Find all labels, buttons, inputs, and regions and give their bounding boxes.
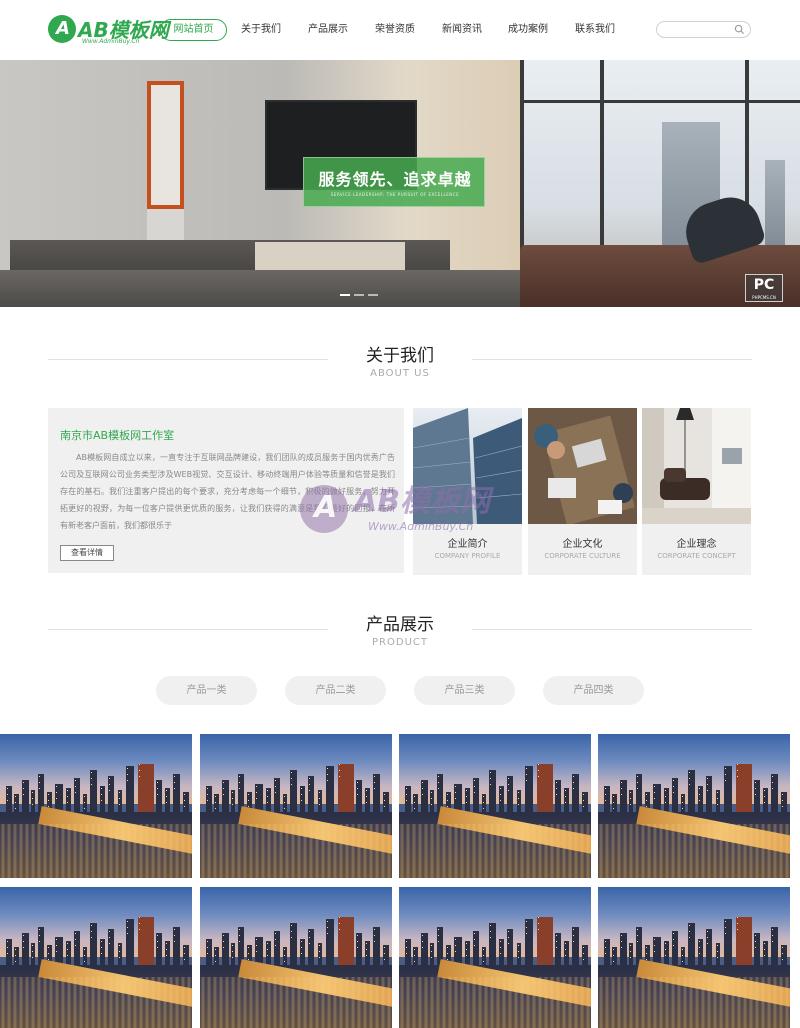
card-company-profile[interactable]: 企业简介 COMPANY PROFILE	[413, 408, 522, 575]
product-reflection	[598, 824, 790, 878]
nav-cases[interactable]: 成功案例	[508, 19, 548, 41]
about-intro-text: AB模板网自成立以来，一直专注于互联网品牌建设，我们团队的成员服务于国内优秀广告…	[60, 453, 395, 530]
card-title: 企业文化	[562, 539, 603, 550]
about-section-subtitle: ABOUT US	[370, 368, 430, 379]
view-details-button[interactable]: 查看详情	[60, 545, 114, 561]
site-header: A AB模板网 Www.AdminBuy.Cn 网站首页 关于我们 产品展示 荣…	[0, 0, 800, 60]
product-skyline	[206, 764, 389, 814]
card-title: 企业简介	[447, 539, 488, 550]
meeting-image	[528, 408, 637, 524]
nav-home[interactable]: 网站首页	[160, 19, 227, 41]
product-item[interactable]	[598, 734, 790, 878]
product-skyline	[604, 764, 787, 814]
product-reflection	[399, 824, 591, 878]
products-section-subtitle: PRODUCT	[372, 637, 428, 648]
nav-contact[interactable]: 联系我们	[575, 19, 615, 41]
card-subtitle: COMPANY PROFILE	[434, 552, 501, 560]
about-section-title: 关于我们	[366, 346, 434, 366]
banner-slogan-sub: SERVICE LEADERSHIP, THE PURSUIT OF EXCEL…	[330, 192, 460, 197]
banner-pagination	[340, 294, 390, 297]
product-skyline	[405, 764, 588, 814]
nav-honors[interactable]: 荣誉资质	[375, 19, 415, 41]
product-reflection	[200, 977, 392, 1028]
about-intro-box: 南京市AB模板网工作室 AB模板网自成立以来，一直专注于互联网品牌建设，我们团队…	[48, 408, 404, 573]
banner-dot[interactable]	[368, 294, 378, 296]
card-title: 企业理念	[676, 539, 717, 550]
card-subtitle: CORPORATE CULTURE	[544, 552, 621, 560]
nav-news[interactable]: 新闻资讯	[442, 19, 482, 41]
product-item[interactable]	[399, 887, 591, 1028]
product-reflection	[598, 977, 790, 1028]
product-skyline	[6, 917, 189, 967]
nav-products[interactable]: 产品展示	[308, 19, 348, 41]
product-reflection	[399, 977, 591, 1028]
product-item[interactable]	[200, 887, 392, 1028]
card-subtitle: CORPORATE CONCEPT	[657, 552, 736, 560]
logo-mark: A	[48, 15, 76, 43]
card-image-interior	[642, 408, 751, 524]
product-skyline	[206, 917, 389, 967]
product-item[interactable]	[598, 887, 790, 1028]
product-reflection	[0, 824, 192, 878]
banner-dot[interactable]	[340, 294, 350, 296]
window-frame	[520, 60, 524, 260]
product-item[interactable]	[0, 887, 192, 1028]
pc-badge: PC PHPCMS.CN	[745, 274, 783, 302]
nav-about[interactable]: 关于我们	[241, 19, 281, 41]
window-frame	[520, 100, 800, 103]
product-skyline	[6, 764, 189, 814]
window-frame	[600, 60, 604, 260]
interior-image	[642, 408, 751, 524]
product-item[interactable]	[399, 734, 591, 878]
products-section-title: 产品展示	[366, 615, 434, 635]
search-icon[interactable]	[734, 24, 745, 35]
product-skyline	[604, 917, 787, 967]
banner-floor	[0, 270, 520, 307]
pc-badge-sub: PHPCMS.CN	[752, 295, 776, 300]
site-logo[interactable]: A AB模板网 Www.AdminBuy.Cn	[48, 13, 169, 49]
banner-building	[765, 160, 785, 250]
hero-banner[interactable]: 服务领先、追求卓越 SERVICE LEADERSHIP, THE PURSUI…	[0, 60, 800, 307]
skyscraper-image	[413, 408, 522, 524]
tab-product-category-2[interactable]: 产品二类	[285, 676, 386, 705]
product-item[interactable]	[200, 734, 392, 878]
card-corporate-culture[interactable]: 企业文化 CORPORATE CULTURE	[528, 408, 637, 575]
about-company-name[interactable]: 南京市AB模板网工作室	[60, 427, 174, 443]
card-image-meeting	[528, 408, 637, 524]
pc-badge-text: PC	[753, 277, 775, 293]
logo-url: Www.AdminBuy.Cn	[82, 38, 140, 45]
tab-product-category-4[interactable]: 产品四类	[543, 676, 644, 705]
tab-product-category-1[interactable]: 产品一类	[156, 676, 257, 705]
card-corporate-concept[interactable]: 企业理念 CORPORATE CONCEPT	[642, 408, 751, 575]
product-skyline	[405, 917, 588, 967]
banner-slogan: 服务领先、追求卓越	[318, 170, 472, 189]
banner-shelf-orange	[147, 81, 184, 209]
card-image-skyscraper	[413, 408, 522, 524]
banner-dot[interactable]	[354, 294, 364, 296]
product-item[interactable]	[0, 734, 192, 878]
search-input[interactable]	[656, 21, 751, 38]
product-reflection	[200, 824, 392, 878]
tab-product-category-3[interactable]: 产品三类	[414, 676, 515, 705]
product-reflection	[0, 977, 192, 1028]
banner-slogan-box: 服务领先、追求卓越 SERVICE LEADERSHIP, THE PURSUI…	[303, 157, 485, 207]
